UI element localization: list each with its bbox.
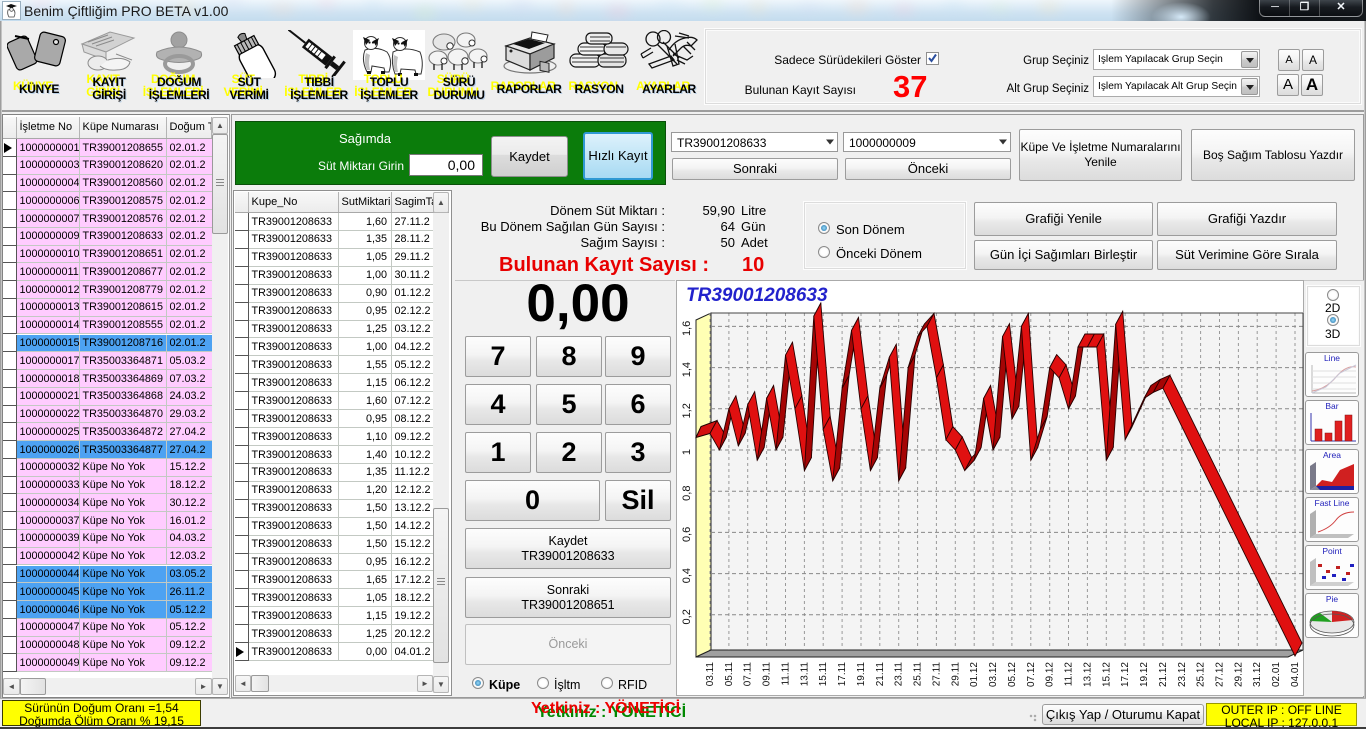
svg-text:29.12: 29.12 xyxy=(1233,662,1244,687)
svg-text:1,4: 1,4 xyxy=(681,362,693,377)
svg-text:0,2: 0,2 xyxy=(681,609,693,624)
svg-text:15.12: 15.12 xyxy=(1101,662,1112,687)
svg-text:05.12: 05.12 xyxy=(1007,662,1018,687)
svg-text:1,2: 1,2 xyxy=(681,403,693,418)
svg-text:29.11: 29.11 xyxy=(950,662,961,687)
svg-text:05.11: 05.11 xyxy=(724,662,735,687)
svg-text:02.01: 02.01 xyxy=(1271,662,1282,687)
svg-text:31.12: 31.12 xyxy=(1252,662,1263,687)
svg-text:17.11: 17.11 xyxy=(837,662,848,687)
svg-text:11.11: 11.11 xyxy=(781,662,792,686)
svg-text:11.12: 11.12 xyxy=(1064,662,1075,687)
svg-text:23.12: 23.12 xyxy=(1177,662,1188,687)
svg-text:1,6: 1,6 xyxy=(681,321,693,336)
svg-text:0,4: 0,4 xyxy=(681,568,693,583)
svg-text:25.12: 25.12 xyxy=(1196,662,1207,687)
svg-text:17.12: 17.12 xyxy=(1120,662,1131,687)
svg-text:1: 1 xyxy=(681,449,693,455)
svg-text:09.11: 09.11 xyxy=(762,662,773,687)
svg-text:23.11: 23.11 xyxy=(894,662,905,687)
svg-text:0,6: 0,6 xyxy=(681,527,693,542)
svg-text:01.12: 01.12 xyxy=(969,662,980,687)
svg-text:07.12: 07.12 xyxy=(1026,662,1037,687)
svg-text:21.12: 21.12 xyxy=(1158,662,1169,687)
svg-text:19.11: 19.11 xyxy=(856,662,867,687)
svg-text:21.11: 21.11 xyxy=(875,662,886,687)
svg-text:13.12: 13.12 xyxy=(1082,662,1093,687)
svg-text:27.11: 27.11 xyxy=(931,662,942,687)
svg-text:15.11: 15.11 xyxy=(818,662,829,687)
svg-text:0,8: 0,8 xyxy=(681,486,693,501)
svg-text:03.12: 03.12 xyxy=(988,662,999,687)
svg-text:03.11: 03.11 xyxy=(705,662,716,687)
svg-text:25.11: 25.11 xyxy=(913,662,924,687)
svg-text:13.11: 13.11 xyxy=(799,662,810,687)
svg-text:04.01: 04.01 xyxy=(1290,662,1301,687)
svg-text:27.12: 27.12 xyxy=(1215,662,1226,687)
svg-text:19.12: 19.12 xyxy=(1139,662,1150,687)
svg-text:09.12: 09.12 xyxy=(1045,662,1056,687)
svg-text:07.11: 07.11 xyxy=(743,662,754,687)
